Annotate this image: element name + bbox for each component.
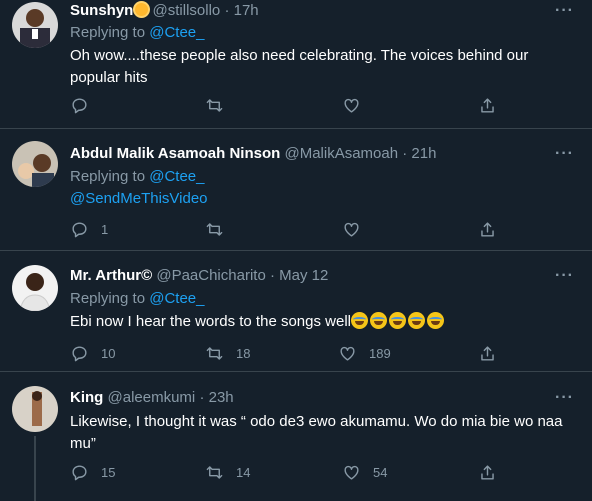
reply-icon — [72, 346, 87, 362]
retweet-button[interactable] — [205, 96, 236, 115]
tweet-time[interactable]: · 21h — [402, 145, 436, 162]
share-icon — [481, 346, 494, 361]
tweet-text: Ebi now I hear the words to the songs we… — [70, 311, 570, 333]
author-name[interactable]: Abdul Malik Asamoah Ninson — [70, 145, 280, 162]
laughing-emoji-icon — [427, 312, 444, 329]
retweet-count: 18 — [236, 346, 251, 361]
reply-button[interactable]: 1 — [70, 220, 108, 239]
tweet-text-line: popular hits — [70, 69, 148, 86]
retweet-count: 14 — [236, 465, 251, 480]
tweet-text: Oh wow....these people also need celebra… — [70, 45, 570, 89]
reply-button[interactable] — [70, 96, 101, 115]
avatar[interactable] — [12, 386, 58, 432]
like-button[interactable]: 189 — [338, 344, 391, 363]
tweet-time[interactable]: · 23h — [199, 389, 233, 406]
like-count: 189 — [369, 346, 391, 361]
reply-count: 1 — [101, 222, 109, 237]
retweet-button[interactable] — [205, 220, 236, 239]
replying-to-link[interactable]: @Ctee_ — [149, 290, 204, 307]
tweet-text: Likewise, I thought it was “ odo de3 ewo… — [70, 411, 570, 455]
tweet-time[interactable]: · May 12 — [270, 267, 328, 284]
laughing-emoji-icon — [408, 312, 425, 329]
replying-to-link[interactable]: @Ctee_ — [149, 168, 204, 185]
tweet-text: @SendMeThisVideo — [70, 188, 570, 210]
tweet-text-line: mu” — [70, 435, 96, 452]
like-count: 54 — [373, 465, 388, 480]
retweet-icon — [206, 466, 223, 479]
more-options-icon[interactable]: ··· — [555, 2, 574, 20]
like-button[interactable] — [342, 96, 373, 115]
more-options-icon[interactable]: ··· — [555, 145, 574, 163]
sun-emoji-icon — [135, 3, 149, 16]
reply-count: 10 — [101, 346, 116, 361]
author-handle[interactable]: @stillsollo — [153, 2, 221, 19]
like-button[interactable]: 54 — [342, 463, 387, 482]
author-name[interactable]: Mr. Arthur© — [70, 267, 152, 284]
heart-icon — [344, 98, 359, 113]
more-options-icon[interactable]: ··· — [555, 389, 574, 407]
retweet-button[interactable]: 14 — [205, 463, 250, 482]
tweet-text-line: Ebi now I hear the words to the songs we… — [70, 313, 351, 330]
reply-icon — [72, 465, 87, 481]
author-handle[interactable]: @MalikAsamoah — [284, 145, 398, 162]
author-name[interactable]: Sunshyn — [70, 2, 133, 19]
replying-to: Replying to @Ctee_ — [70, 290, 204, 307]
laughing-emoji-icon — [389, 312, 406, 329]
laughing-emoji-icon — [351, 312, 368, 329]
replying-label: Replying to — [70, 290, 146, 307]
tweet-text-line: Oh wow....these people also need celebra… — [70, 47, 529, 64]
thread-line — [34, 436, 36, 501]
like-button[interactable] — [342, 220, 373, 239]
share-icon — [481, 98, 494, 113]
retweet-icon — [206, 223, 223, 236]
tweet-text-line: Likewise, I thought it was “ odo de3 ewo… — [70, 413, 563, 430]
share-button[interactable] — [478, 220, 497, 239]
retweet-icon — [206, 99, 223, 112]
share-icon — [481, 465, 494, 480]
avatar[interactable] — [12, 141, 58, 187]
tweet-aleemkumi[interactable]: King @aleemkumi · 23h ··· Likewise, I th… — [0, 372, 592, 501]
replying-label: Replying to — [70, 168, 146, 185]
share-button[interactable] — [478, 463, 497, 482]
avatar[interactable] — [12, 2, 58, 48]
tweet-paachicharito[interactable]: Mr. Arthur© @PaaChicharito · May 12 ··· … — [0, 251, 592, 371]
reply-button[interactable]: 10 — [70, 344, 115, 363]
replying-label: Replying to — [70, 24, 146, 41]
tweet-sunshyn[interactable]: Sunshyn @stillsollo · 17h ··· Replying t… — [0, 0, 592, 128]
replying-to-link[interactable]: @Ctee_ — [149, 24, 204, 41]
retweet-icon — [206, 347, 223, 360]
laughing-emoji-icon — [370, 312, 387, 329]
mention-link[interactable]: @SendMeThisVideo — [70, 188, 570, 210]
share-button[interactable] — [478, 96, 497, 115]
author-name[interactable]: King — [70, 389, 103, 406]
heart-icon — [344, 222, 359, 237]
more-options-icon[interactable]: ··· — [555, 267, 574, 285]
replying-to: Replying to @Ctee_ — [70, 24, 204, 41]
avatar[interactable] — [12, 265, 58, 311]
heart-icon — [344, 465, 359, 480]
tweet-time[interactable]: · 17h — [224, 2, 258, 19]
author-handle[interactable]: @aleemkumi — [108, 389, 196, 406]
author-handle[interactable]: @PaaChicharito — [156, 267, 265, 284]
heart-icon — [340, 346, 355, 361]
reply-button[interactable]: 15 — [70, 463, 115, 482]
share-button[interactable] — [478, 344, 497, 363]
tweet-malikasamoah[interactable]: Abdul Malik Asamoah Ninson @MalikAsamoah… — [0, 129, 592, 250]
reply-count: 15 — [101, 465, 116, 480]
reply-icon — [72, 98, 87, 114]
retweet-button[interactable]: 18 — [205, 344, 250, 363]
share-icon — [481, 222, 494, 237]
replying-to: Replying to @Ctee_ — [70, 168, 204, 185]
reply-icon — [72, 222, 87, 238]
